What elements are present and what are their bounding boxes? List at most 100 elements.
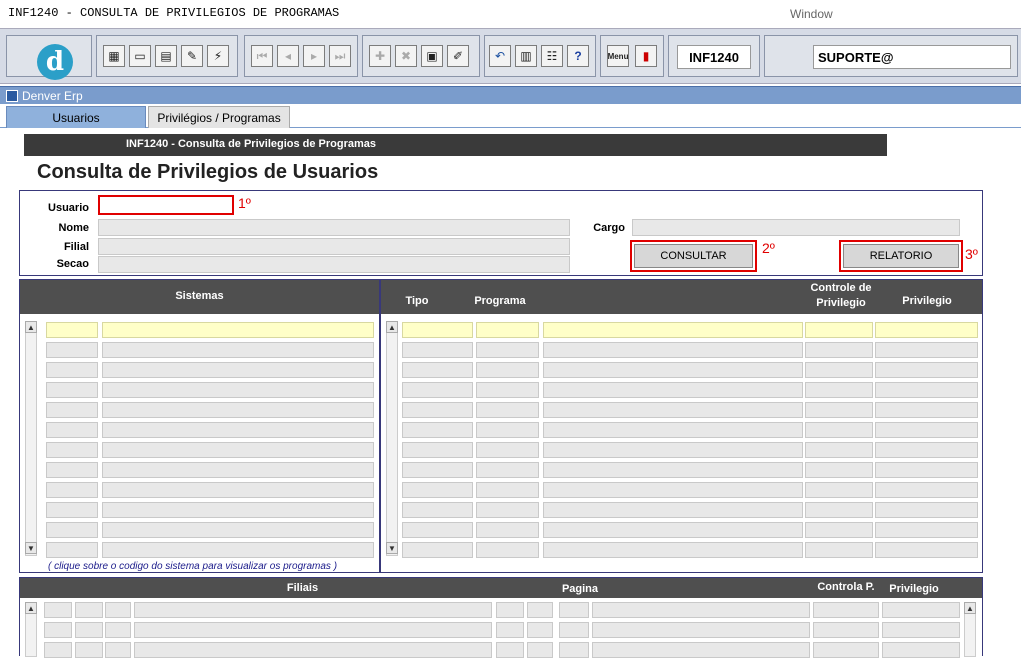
programas-row-cell[interactable] <box>476 522 539 538</box>
help-query-icon[interactable]: ✎ <box>181 45 203 67</box>
sistemas-row-cell[interactable] <box>46 442 98 458</box>
programas-row-cell[interactable] <box>402 522 473 538</box>
programas-row-cell[interactable] <box>805 462 873 478</box>
next-record-icon[interactable]: ▸ <box>303 45 325 67</box>
programas-row-cell[interactable] <box>875 362 978 378</box>
first-record-icon[interactable]: ⏮ <box>251 45 273 67</box>
programas-row-cell[interactable] <box>875 482 978 498</box>
sistemas-row-cell[interactable] <box>102 382 374 398</box>
usuario-input[interactable] <box>98 195 234 215</box>
programas-row-cell[interactable] <box>402 462 473 478</box>
filiais-row-cell[interactable] <box>75 622 103 638</box>
sistemas-row-cell[interactable] <box>102 342 374 358</box>
programas-row-cell[interactable] <box>875 502 978 518</box>
sistemas-row-cell[interactable] <box>102 462 374 478</box>
filiais-row-cell[interactable] <box>496 622 524 638</box>
programas-row-cell[interactable] <box>543 542 803 558</box>
programas-row-cell[interactable] <box>805 382 873 398</box>
sistemas-row-cell[interactable] <box>46 362 98 378</box>
sistemas-row-cell[interactable] <box>102 542 374 558</box>
programas-row-cell[interactable] <box>402 502 473 518</box>
programas-row-cell[interactable] <box>402 362 473 378</box>
programas-row-cell[interactable] <box>476 542 539 558</box>
filiais-row-cell[interactable] <box>527 602 553 618</box>
programas-row-cell[interactable] <box>875 462 978 478</box>
programas-row-cell[interactable] <box>875 542 978 558</box>
programas-row-cell[interactable] <box>543 482 803 498</box>
programas-row-cell[interactable] <box>805 342 873 358</box>
programas-row-cell[interactable] <box>805 422 873 438</box>
programas-row-cell[interactable] <box>476 362 539 378</box>
sistemas-row-cell[interactable] <box>46 422 98 438</box>
scroll-up-icon[interactable]: ▲ <box>25 602 37 614</box>
programas-row-cell[interactable] <box>476 482 539 498</box>
help-icon[interactable]: ? <box>567 45 589 67</box>
programas-row-cell[interactable] <box>875 402 978 418</box>
programas-row-cell[interactable] <box>875 382 978 398</box>
prev-record-icon[interactable]: ◂ <box>277 45 299 67</box>
sistemas-row-cell[interactable] <box>46 522 98 538</box>
programas-row-cell[interactable] <box>543 462 803 478</box>
programas-row-cell[interactable] <box>476 502 539 518</box>
filiais-row-cell[interactable] <box>592 602 810 618</box>
delete-record-icon[interactable]: ✖ <box>395 45 417 67</box>
programas-row-cell[interactable] <box>805 502 873 518</box>
relatorio-button[interactable]: RELATORIO <box>843 244 959 268</box>
programas-row-cell[interactable] <box>875 442 978 458</box>
programas-row-cell[interactable] <box>543 442 803 458</box>
programas-row-cell[interactable] <box>476 342 539 358</box>
programas-row-cell[interactable] <box>402 482 473 498</box>
sistemas-row-cell[interactable] <box>102 402 374 418</box>
add-record-icon[interactable]: ✚ <box>369 45 391 67</box>
programas-scrollbar[interactable] <box>386 321 398 556</box>
programas-row-cell[interactable] <box>476 322 539 338</box>
filiais-row-cell[interactable] <box>134 602 492 618</box>
filiais-row-cell[interactable] <box>105 602 131 618</box>
filiais-row-cell[interactable] <box>44 622 72 638</box>
sistemas-row-cell[interactable] <box>102 442 374 458</box>
programas-row-cell[interactable] <box>875 522 978 538</box>
programas-row-cell[interactable] <box>476 462 539 478</box>
sistemas-row-cell[interactable] <box>46 462 98 478</box>
programas-row-cell[interactable] <box>402 342 473 358</box>
scroll-up-icon[interactable]: ▲ <box>964 602 976 614</box>
sistemas-row-cell[interactable] <box>46 402 98 418</box>
filiais-row-cell[interactable] <box>75 602 103 618</box>
programas-row-cell[interactable] <box>402 442 473 458</box>
undo-icon[interactable]: ↶ <box>489 45 511 67</box>
sistemas-scrollbar[interactable] <box>25 321 37 556</box>
filiais-row-cell[interactable] <box>559 622 589 638</box>
screen-icon[interactable]: ▭ <box>129 45 151 67</box>
programas-row-cell[interactable] <box>805 362 873 378</box>
programas-row-cell[interactable] <box>805 522 873 538</box>
menu-icon[interactable]: Menu <box>607 45 629 67</box>
sistemas-row-cell[interactable] <box>102 522 374 538</box>
programas-row-cell[interactable] <box>805 322 873 338</box>
programas-row-cell[interactable] <box>805 482 873 498</box>
programas-row-cell[interactable] <box>875 342 978 358</box>
print-icon[interactable]: ▤ <box>155 45 177 67</box>
programas-row-cell[interactable] <box>402 542 473 558</box>
programas-row-cell[interactable] <box>805 442 873 458</box>
last-record-icon[interactable]: ⏭ <box>329 45 351 67</box>
programas-row-cell[interactable] <box>805 402 873 418</box>
programas-row-cell[interactable] <box>543 402 803 418</box>
save-icon[interactable]: ▦ <box>103 45 125 67</box>
filiais-row-cell[interactable] <box>44 602 72 618</box>
query-icon[interactable]: ▣ <box>421 45 443 67</box>
programas-row-cell[interactable] <box>543 502 803 518</box>
programas-row-cell[interactable] <box>476 442 539 458</box>
sistemas-row-cell[interactable] <box>102 502 374 518</box>
tab-privilegios-programas[interactable]: Privilégios / Programas <box>148 106 290 128</box>
programas-row-cell[interactable] <box>476 402 539 418</box>
programas-row-cell[interactable] <box>543 342 803 358</box>
programas-row-cell[interactable] <box>543 322 803 338</box>
scroll-down-icon[interactable]: ▼ <box>386 542 398 554</box>
filiais-row-cell[interactable] <box>527 622 553 638</box>
filiais-row-cell[interactable] <box>105 622 131 638</box>
programas-row-cell[interactable] <box>875 422 978 438</box>
programas-row-cell[interactable] <box>402 422 473 438</box>
sistemas-row-cell[interactable] <box>46 342 98 358</box>
filiais-row-cell[interactable] <box>592 622 810 638</box>
scroll-up-icon[interactable]: ▲ <box>386 321 398 333</box>
